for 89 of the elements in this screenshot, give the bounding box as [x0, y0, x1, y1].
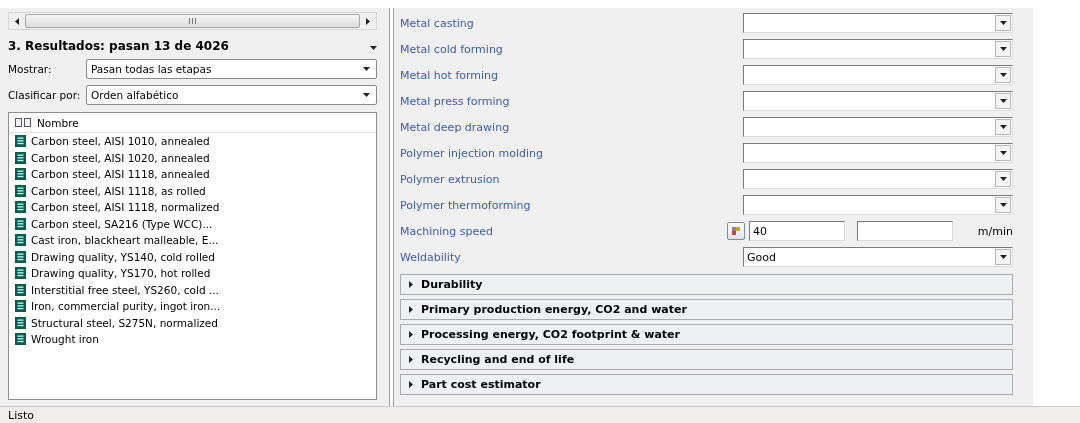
list-item[interactable]: Carbon steel, AISI 1118, as rolled: [9, 182, 376, 199]
min-field[interactable]: 40: [749, 221, 845, 241]
section-header[interactable]: Part cost estimator: [400, 374, 1013, 395]
list-item[interactable]: Drawing quality, YS140, cold rolled: [9, 248, 376, 265]
property-dropdown[interactable]: [743, 143, 1013, 163]
caret-icon: [363, 93, 370, 97]
caret-icon: [999, 203, 1007, 207]
property-dropdown[interactable]: [743, 13, 1013, 33]
caret-icon: [999, 99, 1007, 103]
caret-icon: [366, 17, 370, 25]
list-item[interactable]: Carbon steel, AISI 1020, annealed: [9, 149, 376, 166]
columns-icon: [15, 118, 31, 127]
chart-button[interactable]: [727, 222, 745, 240]
caret-icon: [409, 381, 413, 388]
caret-icon: [409, 331, 413, 338]
property-label: Machining speed: [400, 224, 495, 238]
horizontal-scrollbar[interactable]: [8, 12, 377, 30]
property-label: Weldability: [400, 250, 462, 264]
caret-icon: [999, 73, 1007, 77]
list-item[interactable]: Carbon steel, AISI 1010, annealed: [9, 133, 376, 150]
list-item[interactable]: Interstitial free steel, YS260, cold ...: [9, 281, 376, 298]
chart-icon: [731, 226, 741, 236]
document-icon: [15, 316, 26, 329]
list-item[interactable]: Carbon steel, AISI 1118, normalized: [9, 199, 376, 216]
list-item[interactable]: Drawing quality, YS170, hot rolled: [9, 265, 376, 282]
document-icon: [15, 135, 26, 148]
status-text: Listo: [8, 408, 34, 422]
section-title: Recycling and end of life: [421, 353, 575, 366]
section-title: Part cost estimator: [421, 378, 541, 391]
caret-icon: [999, 47, 1007, 51]
property-label: Polymer injection molding: [400, 146, 544, 160]
property-label: Metal deep drawing: [400, 120, 511, 134]
caret-icon: [409, 306, 413, 313]
property-dropdown[interactable]: [743, 117, 1013, 137]
grip-icon: [189, 18, 196, 24]
caret-icon: [999, 177, 1007, 181]
column-title: Nombre: [37, 116, 79, 129]
property-dropdown[interactable]: Good: [743, 247, 1013, 267]
caret-icon: [409, 356, 413, 363]
list-item[interactable]: Structural steel, S275N, normalized: [9, 314, 376, 331]
property-dropdown[interactable]: [743, 169, 1013, 189]
list-item[interactable]: Carbon steel, AISI 1118, annealed: [9, 166, 376, 183]
property-label: Metal casting: [400, 16, 475, 30]
document-icon: [15, 168, 26, 181]
property-label: Polymer thermoforming: [400, 198, 532, 212]
document-icon: [15, 300, 26, 313]
caret-icon: [363, 67, 370, 71]
caret-icon: [999, 125, 1007, 129]
show-label: Mostrar:: [8, 63, 53, 75]
property-dropdown[interactable]: [743, 39, 1013, 59]
property-label: Polymer extrusion: [400, 172, 501, 186]
property-label: Metal hot forming: [400, 68, 500, 82]
show-dropdown[interactable]: Pasan todas las etapas: [86, 59, 377, 79]
property-label: Metal press forming: [400, 94, 511, 108]
results-title: 3. Resultados: pasan 13 de 4026: [8, 39, 229, 53]
section-title: Processing energy, CO2 footprint & water: [421, 328, 680, 341]
list-item[interactable]: Iron, commercial purity, ingot iron...: [9, 298, 376, 315]
property-label: Metal cold forming: [400, 42, 504, 56]
property-dropdown[interactable]: [743, 91, 1013, 111]
list-item[interactable]: Wrought iron: [9, 331, 376, 348]
max-field[interactable]: [857, 221, 953, 241]
property-dropdown[interactable]: [743, 195, 1013, 215]
sort-dropdown[interactable]: Orden alfabético: [86, 85, 377, 105]
caret-icon: [999, 21, 1007, 25]
section-title: Primary production energy, CO2 and water: [421, 303, 687, 316]
document-icon: [15, 333, 26, 346]
document-icon: [15, 234, 26, 247]
section-header[interactable]: Recycling and end of life: [400, 349, 1013, 370]
section-header[interactable]: Primary production energy, CO2 and water: [400, 299, 1013, 320]
caret-icon: [370, 45, 377, 50]
section-title: Durability: [421, 278, 483, 291]
document-icon: [15, 217, 26, 230]
section-header[interactable]: Durability: [400, 274, 1013, 295]
document-icon: [15, 151, 26, 164]
caret-icon: [409, 281, 413, 288]
sort-label: Clasificar por:: [8, 89, 80, 101]
document-icon: [15, 201, 26, 214]
document-icon: [15, 250, 26, 263]
section-header[interactable]: Processing energy, CO2 footprint & water: [400, 324, 1013, 345]
unit-label: m/min: [976, 224, 1013, 238]
list-item[interactable]: Carbon steel, SA216 (Type WCC)...: [9, 215, 376, 232]
caret-icon: [15, 17, 19, 25]
document-icon: [15, 283, 26, 296]
document-icon: [15, 184, 26, 197]
list-item[interactable]: Cast iron, blackheart malleable, E...: [9, 232, 376, 249]
caret-icon: [999, 151, 1007, 155]
caret-icon: [999, 255, 1007, 259]
document-icon: [15, 267, 26, 280]
property-dropdown[interactable]: [743, 65, 1013, 85]
